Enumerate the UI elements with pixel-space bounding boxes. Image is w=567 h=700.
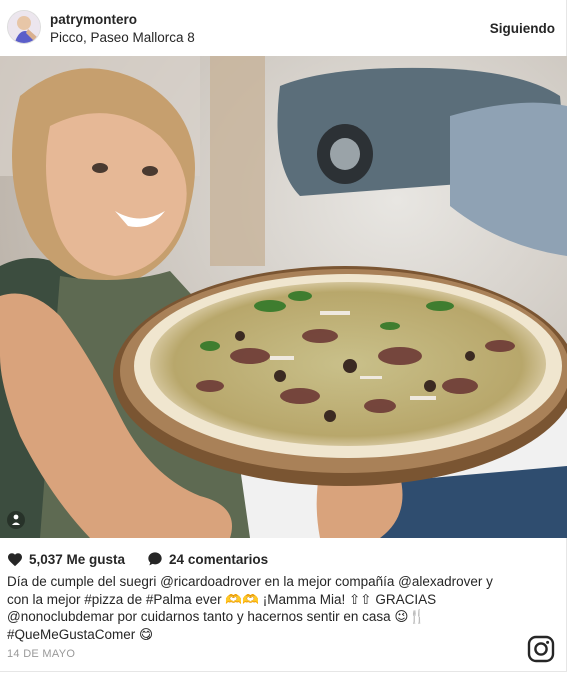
post-header: patrymontero Picco, Paseo Mallorca 8 Sig… [0, 0, 567, 56]
like-action[interactable]: 5,037 Me gusta [7, 552, 125, 567]
caption-line-1: Día de cumple del suegri @ricardoadrover… [7, 574, 493, 589]
comment-bubble-icon [148, 552, 162, 566]
heart-icon [8, 552, 22, 566]
post-actions: 5,037 Me gusta 24 comentarios [7, 550, 290, 568]
instagram-logo-icon[interactable] [527, 635, 555, 663]
comments-action[interactable]: 24 comentarios [147, 551, 268, 567]
caption-line-2: con la mejor #pizza de #Palma ever 🫶🫶 ¡M… [7, 591, 437, 607]
caption-line-3: @nonoclubdemar por cuidarnos tanto y hac… [7, 609, 426, 624]
post-photo[interactable] [0, 56, 567, 538]
post-caption: Día de cumple del suegri @ricardoadrover… [7, 573, 537, 643]
caption-line-4: #QueMeGustaComer 😋 [7, 626, 154, 642]
location[interactable]: Picco, Paseo Mallorca 8 [50, 30, 195, 45]
likes-count[interactable]: 5,037 Me gusta [29, 552, 125, 567]
post-date[interactable]: 14 DE MAYO [7, 648, 75, 660]
following-button[interactable]: Siguiendo [490, 21, 555, 36]
username[interactable]: patrymontero [50, 12, 137, 27]
instagram-post: patrymontero Picco, Paseo Mallorca 8 Sig… [0, 0, 567, 672]
comments-count[interactable]: 24 comentarios [169, 552, 268, 567]
pizza-photo [0, 56, 567, 538]
avatar[interactable] [7, 10, 41, 44]
avatar-image [8, 11, 40, 43]
